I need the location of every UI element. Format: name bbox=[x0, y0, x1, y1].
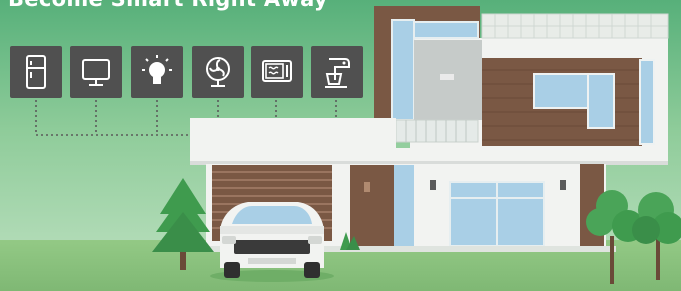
tile-monitor[interactable] bbox=[70, 46, 122, 98]
mixer-icon bbox=[325, 58, 350, 88]
house-scene bbox=[0, 0, 681, 291]
tile-microwave[interactable] bbox=[251, 46, 303, 98]
monitor-icon bbox=[82, 59, 110, 86]
upper-window-left bbox=[533, 73, 589, 109]
glass-column bbox=[394, 165, 414, 247]
tile-fan[interactable] bbox=[192, 46, 244, 98]
wall-lamp-left bbox=[430, 180, 436, 190]
front-door-panel bbox=[350, 165, 394, 247]
tower-window bbox=[391, 19, 415, 121]
tile-light-bulb[interactable] bbox=[131, 46, 183, 98]
light-bulb-icon bbox=[142, 55, 172, 84]
side-window bbox=[639, 59, 655, 145]
smart-home-illustration: Become Smart Right Away bbox=[0, 0, 681, 291]
tile-mixer[interactable] bbox=[311, 46, 363, 98]
tile-refrigerator[interactable] bbox=[10, 46, 62, 98]
car bbox=[210, 202, 334, 282]
refrigerator-icon bbox=[26, 55, 46, 89]
wall-lamp-right bbox=[560, 180, 566, 190]
top-strip-window bbox=[413, 21, 479, 39]
microwave-icon bbox=[262, 60, 292, 82]
fan-icon bbox=[206, 57, 230, 87]
upper-window-right bbox=[587, 73, 615, 129]
headline: Become Smart Right Away bbox=[8, 0, 328, 11]
